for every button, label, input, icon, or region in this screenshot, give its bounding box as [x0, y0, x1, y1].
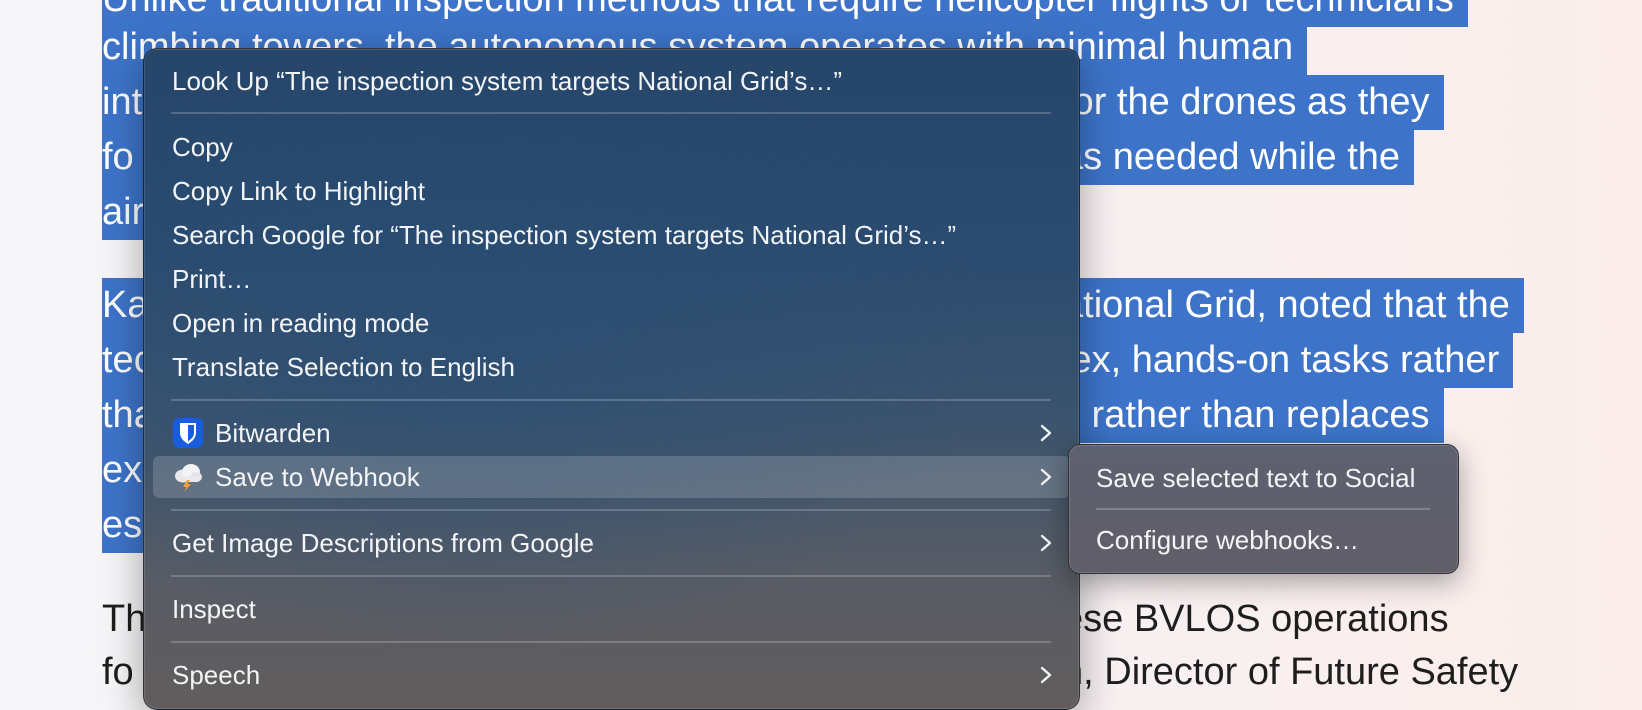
- menu-item-print[interactable]: Print…: [153, 258, 1070, 300]
- menu-item-search-google[interactable]: Search Google for “The inspection system…: [153, 214, 1070, 256]
- menu-separator: [171, 399, 1051, 401]
- menu-item-speech[interactable]: Speech: [153, 654, 1070, 696]
- article-line: ese BVLOS operations: [1062, 598, 1449, 640]
- menu-item-label: Copy Link to Highlight: [172, 176, 425, 206]
- menu-item-bitwarden[interactable]: Bitwarden: [153, 412, 1070, 454]
- menu-item-look-up[interactable]: Look Up “The inspection system targets N…: [153, 60, 1070, 102]
- menu-item-label: Save to Webhook: [215, 462, 420, 492]
- chevron-right-icon: [1040, 468, 1052, 486]
- menu-item-copy[interactable]: Copy: [153, 126, 1070, 168]
- menu-item-image-descriptions[interactable]: Get Image Descriptions from Google: [153, 522, 1070, 564]
- menu-item-label: Copy: [172, 132, 233, 162]
- storm-cloud-icon: [175, 464, 202, 492]
- article-line: fo: [102, 651, 134, 693]
- chevron-right-icon: [1040, 424, 1052, 442]
- menu-item-inspect[interactable]: Inspect: [153, 588, 1070, 630]
- menu-item-label: Inspect: [172, 594, 256, 624]
- menu-item-label: Speech: [172, 660, 261, 690]
- menu-item-label: Open in reading mode: [172, 308, 430, 338]
- menu-separator: [171, 575, 1051, 577]
- submenu-item-save-selected-text[interactable]: Save selected text to Social: [1096, 457, 1415, 499]
- menu-item-label: Get Image Descriptions from Google: [172, 528, 594, 558]
- article-line: as needed while the: [1062, 130, 1415, 185]
- article-line: Th: [102, 598, 147, 640]
- article-line: lex, hands-on tasks rather: [1062, 333, 1514, 388]
- bitwarden-shield-icon: [173, 418, 203, 448]
- chevron-right-icon: [1040, 534, 1052, 552]
- article-line: s rather than replaces: [1062, 388, 1444, 443]
- article-line: fo: [102, 130, 148, 185]
- menu-item-copy-link-to-highlight[interactable]: Copy Link to Highlight: [153, 170, 1070, 212]
- menu-item-save-to-webhook[interactable]: Save to Webhook: [153, 456, 1070, 498]
- menu-item-label: Translate Selection to English: [172, 352, 516, 382]
- menu-item-label: Print…: [172, 264, 252, 294]
- menu-item-reading-mode[interactable]: Open in reading mode: [153, 302, 1070, 344]
- webhook-submenu: Save selected text to Social Configure w…: [1068, 444, 1459, 574]
- menu-item-translate[interactable]: Translate Selection to English: [153, 346, 1070, 388]
- menu-item-label: Look Up “The inspection system targets N…: [172, 66, 843, 96]
- submenu-item-configure-webhooks[interactable]: Configure webhooks…: [1096, 519, 1359, 561]
- menu-separator: [1096, 508, 1430, 510]
- article-line: ational Grid, noted that the: [1062, 278, 1524, 333]
- menu-item-label: Search Google for “The inspection system…: [172, 220, 957, 250]
- article-line: tor the drones as they: [1062, 75, 1444, 130]
- menu-separator: [171, 641, 1051, 643]
- context-menu: Look Up “The inspection system targets N…: [143, 48, 1080, 710]
- menu-separator: [171, 509, 1051, 511]
- chevron-right-icon: [1040, 666, 1052, 684]
- article-line: n, Director of Future Safety: [1062, 651, 1519, 693]
- menu-item-label: Bitwarden: [215, 418, 331, 448]
- menu-separator: [171, 112, 1051, 114]
